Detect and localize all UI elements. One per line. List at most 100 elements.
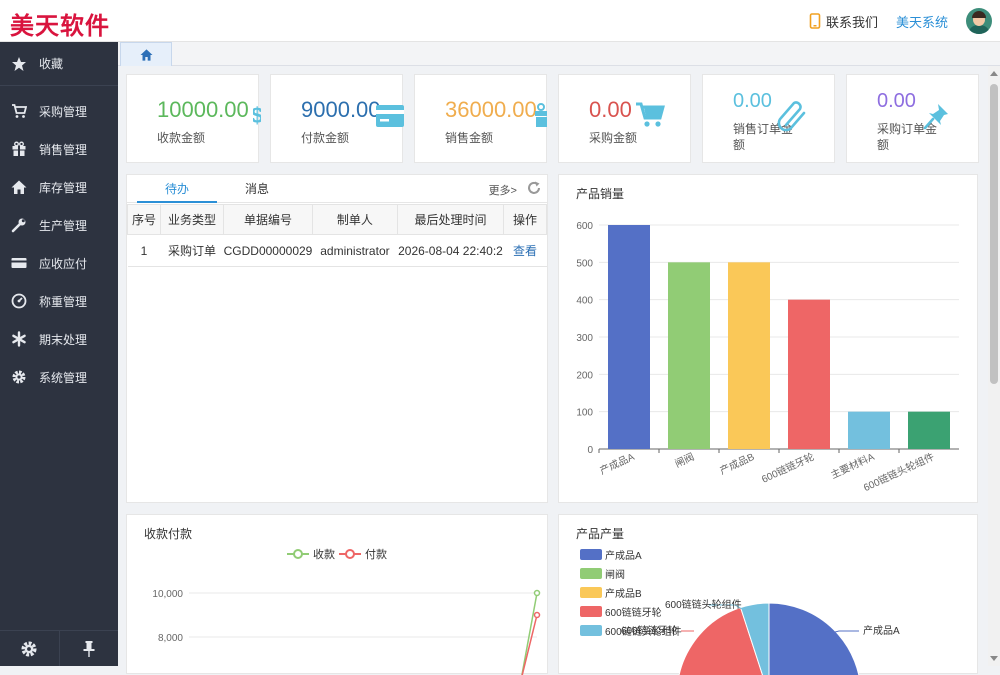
sidebar-item-label: 期末处理: [39, 332, 88, 347]
pie-slice: [768, 602, 860, 675]
tasks-panel: 待办 消息 更多> 序号 业务类型 单据编号 制单人 最后处理时间 操作 1 采…: [126, 174, 548, 503]
sidebar: 收藏 采购管理 销售管理 库存管理 生产管理 应收应付 称重管理 期末处理 系统…: [0, 42, 118, 666]
legend-marker: [293, 549, 303, 559]
tasks-table: 序号 业务类型 单据编号 制单人 最后处理时间 操作 1 采购订单 CGDD00…: [127, 204, 548, 267]
table-row[interactable]: 1 采购订单 CGDD00000029 administrator 2026-0…: [127, 234, 547, 267]
table-cell: administrator: [312, 234, 398, 267]
y-tick-label: 0: [587, 445, 593, 456]
sidebar-item-period-end[interactable]: 期末处理: [0, 320, 118, 358]
y-tick-label: 300: [576, 333, 593, 344]
dollar-icon: $: [253, 103, 261, 128]
sidebar-item-label: 销售管理: [39, 142, 88, 157]
tab-todo[interactable]: 待办: [137, 175, 217, 203]
sidebar-item-label: 采购管理: [39, 104, 88, 119]
bar: [668, 262, 710, 449]
column-header: 序号: [127, 204, 161, 235]
legend-swatch: [580, 606, 602, 617]
stat-label: 销售金额: [445, 131, 494, 145]
stat-card-sales-orders[interactable]: 0.00 销售订单金额: [702, 74, 835, 163]
sales-bar-chart: 0 100 200 300 400 500 600 产成品A 闸阀 产成品B 600链链牙轮 主要材料…: [576, 221, 959, 494]
legend-label: 600链链牙轮: [605, 606, 662, 619]
tab-home[interactable]: [120, 42, 172, 66]
bar: [788, 299, 830, 449]
sales-chart-panel: 产品销量 0 100 200 300 400 500 600 产成品A 闸阀 产成品B 600链链牙…: [558, 174, 978, 503]
scroll-up-arrow[interactable]: [990, 71, 998, 76]
cash-line-chart: 收款 付款 10,000 8,000: [152, 547, 541, 675]
settings-button[interactable]: [0, 631, 60, 666]
legend-label: 收款: [313, 547, 335, 561]
stat-label: 付款金额: [301, 131, 350, 145]
cash-chart-panel: 收款 付款 收款 付款 10,000 8,000: [126, 514, 548, 675]
sidebar-item-sales[interactable]: 销售管理: [0, 130, 118, 168]
sidebar-item-label: 收藏: [39, 57, 64, 71]
sidebar-item-weighing[interactable]: 称重管理: [0, 282, 118, 320]
sidebar-footer: [0, 630, 118, 666]
y-tick-label: 200: [576, 370, 593, 381]
gear-icon: [21, 640, 37, 657]
legend-label: 付款: [365, 547, 387, 561]
gift-icon: [11, 141, 27, 157]
stat-card-payments[interactable]: 9000.00 付款金额: [270, 74, 404, 163]
sidebar-item-label: 应收应付: [39, 256, 88, 271]
contact-us-label: 联系我们: [825, 14, 878, 30]
sidebar-item-favorites[interactable]: 收藏: [0, 42, 118, 86]
column-header: 操作: [502, 204, 548, 235]
sidebar-item-purchase[interactable]: 采购管理: [0, 92, 118, 130]
dashboard-content: 10000.00 收款金额 $ 9000.00 付款金额 36000.00 销售…: [118, 66, 988, 675]
column-header: 业务类型: [159, 204, 225, 235]
sidebar-item-label: 称重管理: [39, 294, 88, 309]
stat-card-sales[interactable]: 36000.00 销售金额: [414, 74, 547, 163]
page-scrollbar[interactable]: [988, 66, 1000, 666]
system-link[interactable]: 美天系统: [896, 12, 948, 31]
stat-value: 0.00: [733, 90, 772, 112]
sidebar-item-system[interactable]: 系统管理: [0, 358, 118, 396]
home-icon: [140, 48, 152, 61]
bar: [908, 411, 950, 449]
top-right-area: 联系我们 美天系统: [809, 7, 992, 35]
view-link[interactable]: 查看: [503, 234, 547, 267]
app-logo: 美天软件: [10, 13, 110, 40]
x-tick-label: 主要材料A: [828, 450, 876, 482]
card-icon: [11, 255, 27, 271]
table-cell: 采购订单: [160, 234, 224, 267]
scroll-down-arrow[interactable]: [990, 656, 998, 661]
x-tick-label: 600链链牙轮: [759, 450, 816, 486]
wrench-icon: [11, 217, 27, 233]
stat-value: 10000.00: [157, 97, 249, 122]
tab-messages[interactable]: 消息: [217, 175, 297, 203]
pin-sidebar-button[interactable]: [60, 631, 119, 666]
sidebar-item-receivables[interactable]: 应收应付: [0, 244, 118, 282]
table-cell: 2026-08-04 22:40:2: [397, 234, 504, 267]
stat-label: 采购金额: [589, 131, 638, 145]
sidebar-item-label: 系统管理: [39, 370, 88, 385]
sidebar-item-inventory[interactable]: 库存管理: [0, 168, 118, 206]
contact-us-link[interactable]: 联系我们: [809, 12, 878, 31]
table-header-row: 序号 业务类型 单据编号 制单人 最后处理时间 操作: [127, 204, 548, 235]
sidebar-item-production[interactable]: 生产管理: [0, 206, 118, 244]
more-link[interactable]: 更多>: [489, 182, 517, 198]
y-tick-label: 10,000: [152, 589, 183, 600]
data-point: [533, 589, 541, 597]
stat-card-receipts[interactable]: 10000.00 收款金额 $: [126, 74, 261, 163]
legend-label: 产成品A: [605, 549, 642, 562]
column-header: 单据编号: [223, 204, 313, 235]
scroll-thumb[interactable]: [990, 84, 998, 384]
y-tick-label: 500: [576, 258, 593, 269]
bar: [848, 411, 890, 449]
refresh-icon[interactable]: [527, 181, 541, 195]
user-avatar[interactable]: [966, 8, 992, 34]
series-line: [521, 592, 538, 675]
y-tick-label: 600: [576, 221, 593, 232]
pin-icon: [83, 640, 95, 657]
top-bar: 美天软件 联系我们 美天系统: [0, 0, 1000, 42]
gear-icon: [11, 369, 27, 385]
y-tick-label: 8,000: [158, 633, 183, 644]
x-tick-label: 产成品B: [718, 450, 757, 477]
legend-marker: [345, 549, 355, 559]
stat-card-purchase-orders[interactable]: 0.00 采购订单金额: [846, 74, 979, 163]
slice-label: 600链链头轮组件: [665, 598, 742, 611]
svg-text:$: $: [253, 103, 261, 128]
stat-value: 0.00: [589, 97, 632, 122]
slice-label: 产成品A: [863, 624, 900, 637]
stat-card-purchases[interactable]: 0.00 采购金额: [558, 74, 691, 163]
